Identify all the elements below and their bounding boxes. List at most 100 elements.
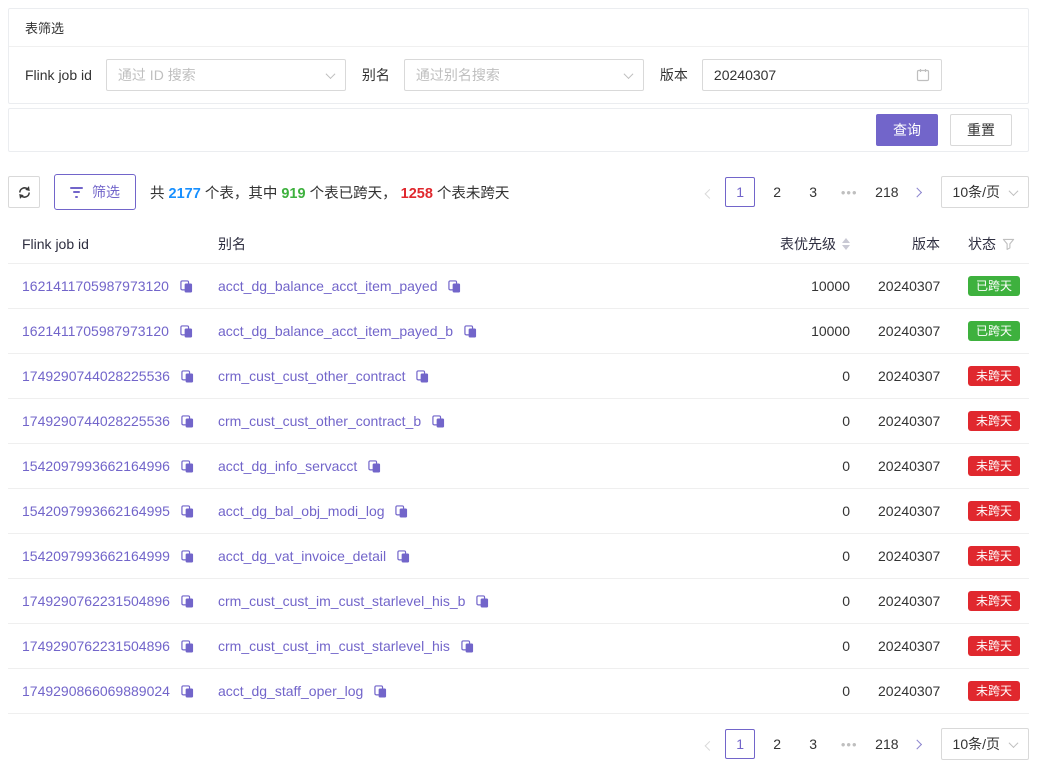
table-row: 1542097993662164999 acct_dg_vat_invoice_…	[8, 534, 1029, 579]
flink-job-id-link[interactable]: 1749290866069889024	[22, 683, 170, 699]
field-version: 版本 20240307	[660, 59, 942, 91]
page-item-218[interactable]: 218	[871, 729, 902, 759]
page-item-2[interactable]: 2	[763, 729, 791, 759]
version-cell: 20240307	[864, 534, 954, 579]
page-item-218[interactable]: 218	[871, 177, 902, 207]
alias-link[interactable]: acct_dg_balance_acct_item_payed	[218, 278, 438, 294]
version-cell: 20240307	[864, 354, 954, 399]
status-badge: 未跨天	[968, 681, 1020, 701]
flink-job-id-link[interactable]: 1749290744028225536	[22, 413, 170, 429]
alias-link[interactable]: crm_cust_cust_other_contract	[218, 368, 406, 384]
status-badge: 未跨天	[968, 636, 1020, 656]
copy-icon[interactable]	[464, 325, 477, 338]
copy-icon[interactable]	[181, 550, 194, 563]
copy-icon[interactable]	[416, 370, 429, 383]
version-cell: 20240307	[864, 399, 954, 444]
copy-icon[interactable]	[476, 595, 489, 608]
copy-icon[interactable]	[181, 370, 194, 383]
copy-icon[interactable]	[181, 685, 194, 698]
priority-cell: 10000	[704, 264, 864, 309]
copy-icon[interactable]	[181, 595, 194, 608]
reset-button[interactable]: 重置	[950, 114, 1012, 146]
page-item-2[interactable]: 2	[763, 177, 791, 207]
flink-job-id-label: Flink job id	[25, 67, 92, 83]
copy-icon[interactable]	[180, 325, 193, 338]
chevron-down-icon	[325, 69, 335, 79]
flink-job-id-link[interactable]: 1621411705987973120	[22, 323, 169, 339]
chevron-down-icon	[1009, 186, 1019, 196]
copy-icon[interactable]	[395, 505, 408, 518]
page-size-select[interactable]: 10条/页	[941, 728, 1029, 760]
version-date-input[interactable]: 20240307	[702, 59, 942, 91]
filter-button-label: 筛选	[92, 182, 120, 202]
priority-cell: 0	[704, 489, 864, 534]
filter-card-title: 表筛选	[9, 9, 1028, 47]
copy-icon[interactable]	[181, 640, 194, 653]
flink-job-id-link[interactable]: 1749290762231504896	[22, 638, 170, 654]
next-page-button[interactable]	[907, 729, 931, 759]
status-badge: 未跨天	[968, 411, 1020, 431]
copy-icon[interactable]	[448, 280, 461, 293]
copy-icon[interactable]	[397, 550, 410, 563]
col-header-priority[interactable]: 表优先级	[704, 225, 864, 264]
flink-job-id-link[interactable]: 1542097993662164995	[22, 503, 170, 519]
chevron-left-icon	[704, 740, 714, 750]
alias-link[interactable]: acct_dg_staff_oper_log	[218, 683, 363, 699]
status-badge: 未跨天	[968, 501, 1020, 521]
alias-link[interactable]: crm_cust_cust_im_cust_starlevel_his	[218, 638, 450, 654]
copy-icon[interactable]	[374, 685, 387, 698]
copy-icon[interactable]	[181, 505, 194, 518]
page-size-select[interactable]: 10条/页	[941, 176, 1029, 208]
priority-cell: 0	[704, 399, 864, 444]
chevron-right-icon	[912, 187, 922, 197]
alias-link[interactable]: acct_dg_info_servacct	[218, 458, 357, 474]
flink-job-id-link[interactable]: 1749290744028225536	[22, 368, 170, 384]
alias-link[interactable]: acct_dg_balance_acct_item_payed_b	[218, 323, 453, 339]
page-item-3[interactable]: 3	[799, 177, 827, 207]
page-item-1[interactable]: 1	[725, 729, 755, 759]
page-item-1[interactable]: 1	[725, 177, 755, 207]
alias-link[interactable]: acct_dg_bal_obj_modi_log	[218, 503, 385, 519]
col-header-version: 版本	[864, 225, 954, 264]
col-header-flink-job-id: Flink job id	[8, 225, 204, 264]
table-row: 1749290762231504896 crm_cust_cust_im_cus…	[8, 624, 1029, 669]
filter-icon	[70, 187, 83, 198]
table-row: 1621411705987973120 acct_dg_balance_acct…	[8, 309, 1029, 354]
flink-job-id-select[interactable]: 通过 ID 搜索	[106, 59, 346, 91]
field-alias: 别名 通过别名搜索	[362, 59, 644, 91]
query-button[interactable]: 查询	[876, 114, 938, 146]
priority-cell: 0	[704, 354, 864, 399]
version-label: 版本	[660, 65, 688, 85]
version-cell: 20240307	[864, 579, 954, 624]
uncrossed-count: 1258	[401, 186, 433, 202]
alias-link[interactable]: acct_dg_vat_invoice_detail	[218, 548, 386, 564]
alias-placeholder: 通过别名搜索	[416, 65, 500, 85]
version-cell: 20240307	[864, 624, 954, 669]
sorter-icon[interactable]	[842, 238, 850, 250]
copy-icon[interactable]	[181, 415, 194, 428]
copy-icon[interactable]	[180, 280, 193, 293]
flink-job-id-link[interactable]: 1621411705987973120	[22, 278, 169, 294]
copy-icon[interactable]	[432, 415, 445, 428]
status-badge: 未跨天	[968, 366, 1020, 386]
sync-icon	[17, 185, 32, 200]
tables-table: Flink job id 别名 表优先级 版本 状态	[8, 225, 1029, 714]
alias-link[interactable]: crm_cust_cust_other_contract_b	[218, 413, 421, 429]
next-page-button[interactable]	[907, 177, 931, 207]
flink-job-id-link[interactable]: 1542097993662164999	[22, 548, 170, 564]
filter-toggle-button[interactable]: 筛选	[54, 174, 136, 210]
flink-job-id-link[interactable]: 1749290762231504896	[22, 593, 170, 609]
alias-link[interactable]: crm_cust_cust_im_cust_starlevel_his_b	[218, 593, 465, 609]
version-date-value: 20240307	[714, 67, 776, 83]
copy-icon[interactable]	[368, 460, 381, 473]
copy-icon[interactable]	[461, 640, 474, 653]
prev-page-button	[697, 177, 721, 207]
copy-icon[interactable]	[181, 460, 194, 473]
funnel-filter-icon[interactable]	[1002, 238, 1015, 251]
refresh-button[interactable]	[8, 176, 40, 208]
page-item-3[interactable]: 3	[799, 729, 827, 759]
flink-job-id-link[interactable]: 1542097993662164996	[22, 458, 170, 474]
footer: 123•••21810条/页	[8, 728, 1029, 760]
alias-select[interactable]: 通过别名搜索	[404, 59, 644, 91]
status-badge: 已跨天	[968, 321, 1020, 341]
